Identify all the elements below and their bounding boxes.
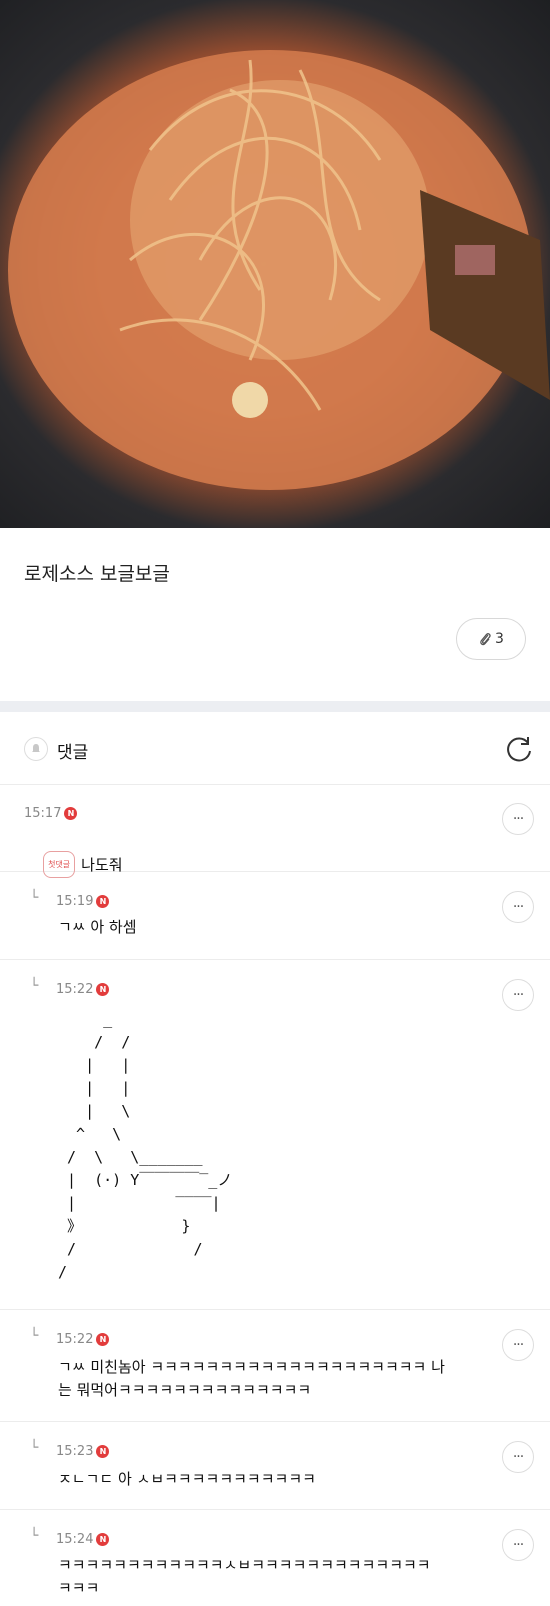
comment-text: ㅋㅋㅋㅋㅋㅋㅋㅋㅋㅋㅋㅋㅅㅂㅋㅋㅋㅋㅋㅋㅋㅋㅋㅋㅋㅋㅋ ㅋㅋㅋ [58,1556,431,1597]
refresh-icon[interactable] [504,734,534,764]
more-options-button[interactable]: ··· [502,1529,534,1561]
paperclip-icon [480,633,491,646]
reply-item: └ 15:24 N ··· ㅋㅋㅋㅋㅋㅋㅋㅋㅋㅋㅋㅋㅅㅂㅋㅋㅋㅋㅋㅋㅋㅋㅋㅋㅋㅋㅋ… [0,1510,550,1606]
post-photo[interactable] [0,0,550,528]
reply-arrow-icon: └ [30,1528,39,1544]
comment-text: ㄱㅆ 미친놈아 ㅋㅋㅋㅋㅋㅋㅋㅋㅋㅋㅋㅋㅋㅋㅋㅋㅋㅋㅋㅋ 나 는 뭐먹어ㅋㅋㅋㅋ… [58,1358,445,1399]
new-badge: N [96,1333,110,1346]
new-badge: N [96,895,110,908]
reply-arrow-icon: └ [30,1328,39,1344]
reply-item: └ 15:23 N ··· ㅈㄴㄱㄷ 아 ㅅㅂㅋㅋㅋㅋㅋㅋㅋㅋㅋㅋㅋ [0,1422,550,1510]
comment-time: 15:19 N [56,894,110,909]
reply-arrow-icon: └ [30,890,39,906]
new-badge: N [64,807,78,820]
pasta-illustration [8,50,550,490]
comment-text: ㄱㅆ 아 하셈 [58,918,137,936]
more-options-button[interactable]: ··· [502,1329,534,1361]
more-options-button[interactable]: ··· [502,891,534,923]
comment-item: 15:17 N ··· 첫댓글 나도줘 [0,784,550,878]
bell-icon[interactable] [24,737,48,761]
more-options-button[interactable]: ··· [502,803,534,835]
new-badge: N [96,1445,110,1458]
comment-text: ㅈㄴㄱㄷ 아 ㅅㅂㅋㅋㅋㅋㅋㅋㅋㅋㅋㅋㅋ [58,1470,316,1488]
comments-header: 댓글 [0,712,550,785]
new-badge: N [96,983,110,996]
attachment-count: 3 [495,631,504,647]
comment-time: 15:22 N [56,1332,110,1347]
comment-time: 15:17 N [24,806,78,821]
reply-arrow-icon: └ [30,1440,39,1456]
comments-title: 댓글 [57,743,89,763]
reply-item: └ 15:19 N ··· ㄱㅆ 아 하셈 [0,872,550,960]
new-badge: N [96,1533,110,1546]
comment-time: 15:23 N [56,1444,110,1459]
more-options-button[interactable]: ··· [502,1441,534,1473]
reply-arrow-icon: └ [30,978,39,994]
ascii-art-text: _ / / | | | | | \ ^ \ / \ \_______ | (·)… [58,1010,233,1281]
comment-time: 15:24 N [56,1532,110,1547]
post-title: 로제소스 보글보글 [24,563,170,585]
more-options-button[interactable]: ··· [502,979,534,1011]
comment-time: 15:22 N [56,982,110,997]
section-divider [0,701,550,712]
reply-item: └ 15:22 N ··· ㄱㅆ 미친놈아 ㅋㅋㅋㅋㅋㅋㅋㅋㅋㅋㅋㅋㅋㅋㅋㅋㅋㅋㅋ… [0,1310,550,1422]
attachment-button[interactable]: 3 [456,618,526,660]
